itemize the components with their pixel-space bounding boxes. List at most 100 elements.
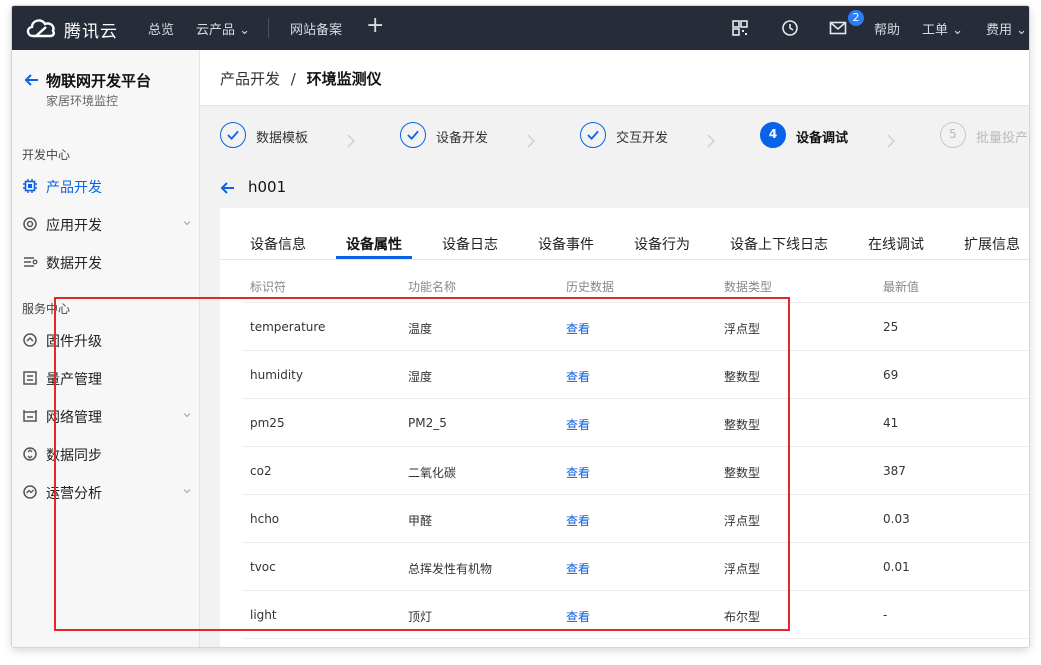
nav-billing[interactable]: 费用 ⌄	[986, 19, 1027, 38]
cell-data-type: 浮点型	[724, 514, 761, 528]
back-arrow-icon[interactable]	[220, 180, 236, 196]
cell-function-name: 湿度	[408, 370, 433, 384]
sidebar-item-label: 产品开发	[46, 180, 102, 196]
view-history-link[interactable]: 查看	[566, 464, 590, 481]
qrcode-icon[interactable]	[730, 18, 750, 38]
cell-identifier: tvoc	[250, 560, 276, 574]
table-row: light 顶灯 查看 布尔型 -	[242, 591, 1029, 639]
cell-latest-value: -	[883, 608, 888, 622]
nav-products[interactable]: 云产品 ⌄	[196, 19, 250, 38]
cell-function-name: 顶灯	[408, 610, 433, 624]
breadcrumb-separator: /	[290, 70, 296, 88]
sidebar-item-mass-production[interactable]: 量产管理	[22, 364, 192, 392]
chevron-down-icon	[183, 489, 191, 494]
breadcrumb-parent[interactable]: 产品开发	[220, 70, 280, 88]
tab-extended-info[interactable]: 扩展信息	[964, 234, 1020, 254]
clock-icon[interactable]	[780, 18, 800, 38]
app-icon	[23, 217, 37, 231]
cell-latest-value: 25	[883, 320, 899, 334]
chevron-right-icon	[887, 134, 895, 148]
view-history-link[interactable]: 查看	[566, 320, 590, 337]
chevron-right-icon	[347, 134, 355, 148]
analytics-icon	[23, 485, 37, 499]
tab-device-events[interactable]: 设备事件	[538, 234, 594, 254]
cell-identifier: co2	[250, 464, 272, 478]
step-label: 交互开发	[616, 131, 669, 146]
cloud-logo-icon[interactable]	[24, 14, 58, 40]
progress-steps: 数据模板 设备开发 交互开发 4 设备调试 5 批量投产	[200, 114, 1029, 154]
view-history-link[interactable]: 查看	[566, 512, 590, 529]
table-row: humidity 湿度 查看 整数型 69	[242, 351, 1029, 399]
tab-online-offline-logs[interactable]: 设备上下线日志	[730, 234, 828, 254]
sidebar-item-analytics[interactable]: 运营分析	[22, 478, 192, 506]
cell-data-type: 布尔型	[724, 610, 761, 624]
data-flow-icon	[24, 257, 38, 267]
tab-device-actions[interactable]: 设备行为	[634, 234, 690, 254]
step-label: 批量投产	[976, 131, 1029, 146]
app-window: 腾讯云 总览 云产品 ⌄ 网站备案 + 2 帮助 工单 ⌄ 费用 ⌄ 物联网开发…	[12, 6, 1029, 647]
chip-icon	[23, 179, 37, 193]
section-dev-center: 开发中心	[22, 148, 71, 162]
mail-icon[interactable]	[828, 18, 848, 38]
back-arrow-icon[interactable]	[24, 72, 40, 88]
tab-device-info[interactable]: 设备信息	[250, 234, 306, 254]
view-history-link[interactable]: 查看	[566, 608, 590, 625]
cell-data-type: 整数型	[724, 466, 761, 480]
table-row: temperature 温度 查看 浮点型 25	[242, 303, 1029, 351]
view-history-link[interactable]: 查看	[566, 368, 590, 385]
tab-device-properties[interactable]: 设备属性	[346, 234, 402, 254]
nav-overview[interactable]: 总览	[148, 19, 174, 38]
chevron-down-icon	[183, 413, 191, 418]
step-label: 设备调试	[796, 131, 849, 146]
sidebar-item-app-dev[interactable]: 应用开发	[22, 210, 192, 238]
tab-online-debug[interactable]: 在线调试	[868, 234, 924, 254]
cell-latest-value: 0.01	[883, 560, 910, 574]
view-history-link[interactable]: 查看	[566, 416, 590, 433]
sidebar-item-product-dev[interactable]: 产品开发	[22, 172, 192, 200]
notification-badge: 2	[848, 10, 864, 26]
column-header: 标识符	[250, 280, 287, 294]
check-icon	[400, 122, 426, 148]
table-row: hcho 甲醛 查看 浮点型 0.03	[242, 495, 1029, 543]
brand-name[interactable]: 腾讯云	[64, 17, 118, 42]
column-header: 最新值	[883, 280, 920, 294]
firmware-icon	[23, 333, 37, 347]
step-label: 数据模板	[256, 131, 309, 146]
cell-identifier: hcho	[250, 512, 280, 526]
table-header: 标识符 功能名称 历史数据 数据类型 最新值	[220, 270, 1029, 302]
network-icon	[23, 410, 37, 422]
list-icon	[23, 371, 37, 385]
device-name: h001	[248, 178, 287, 196]
sidebar: 物联网开发平台 家居环境监控 开发中心 产品开发 应用开发 数据开发 服务中心 …	[12, 50, 200, 647]
cell-function-name: 温度	[408, 322, 433, 336]
cell-function-name: PM2_5	[408, 416, 447, 430]
cell-identifier: light	[250, 608, 277, 622]
tab-device-logs[interactable]: 设备日志	[442, 234, 498, 254]
tab-bar: 设备信息 设备属性 设备日志 设备事件 设备行为 设备上下线日志 在线调试 扩展…	[220, 208, 1029, 260]
sidebar-item-label: 运营分析	[46, 486, 102, 502]
column-header: 历史数据	[566, 280, 615, 294]
table-row: tvoc 总挥发性有机物 查看 浮点型 0.01	[242, 543, 1029, 591]
step-label: 设备开发	[436, 131, 489, 146]
step-number: 5	[940, 122, 966, 148]
view-history-link[interactable]: 查看	[566, 560, 590, 577]
add-shortcut-icon[interactable]: +	[366, 13, 384, 38]
sidebar-item-label: 数据同步	[46, 448, 102, 464]
check-icon	[580, 122, 606, 148]
active-tab-indicator	[336, 256, 412, 259]
cell-data-type: 浮点型	[724, 322, 761, 336]
nav-icp-filing[interactable]: 网站备案	[290, 19, 342, 38]
sidebar-item-data-dev[interactable]: 数据开发	[22, 248, 192, 276]
sidebar-item-network[interactable]: 网络管理	[22, 402, 192, 430]
sidebar-item-label: 数据开发	[46, 256, 102, 272]
sidebar-item-label: 网络管理	[46, 410, 102, 426]
nav-ticket[interactable]: 工单 ⌄	[922, 19, 963, 38]
sidebar-item-firmware[interactable]: 固件升级	[22, 326, 192, 354]
breadcrumb-bar: 产品开发 / 环境监测仪	[200, 50, 1029, 106]
cell-function-name: 甲醛	[408, 514, 433, 528]
cell-latest-value: 387	[883, 464, 906, 478]
cell-identifier: temperature	[250, 320, 326, 334]
cell-identifier: humidity	[250, 368, 303, 382]
sidebar-item-data-sync[interactable]: 数据同步	[22, 440, 192, 468]
nav-help[interactable]: 帮助	[874, 19, 900, 38]
